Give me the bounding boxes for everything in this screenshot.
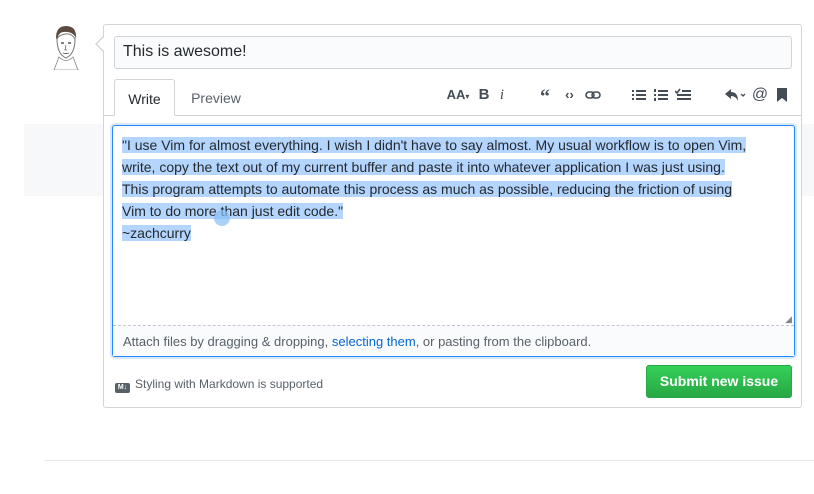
markdown-note-text: Styling with Markdown is supported	[135, 377, 324, 391]
mouse-cursor-indicator	[214, 210, 230, 226]
tab-preview[interactable]: Preview	[180, 79, 252, 116]
header-icon[interactable]: AA▾	[443, 86, 473, 104]
markdown-icon: M↓	[115, 383, 130, 393]
numbered-list-icon[interactable]	[654, 86, 668, 104]
dropdown-caret-icon: ▾	[465, 92, 470, 101]
markdown-support-note[interactable]: M↓ Styling with Markdown is supported	[115, 377, 323, 393]
submit-new-issue-button[interactable]: Submit new issue	[646, 365, 792, 398]
selecting-them-link[interactable]: selecting them	[332, 334, 416, 349]
editor-content: "I use Vim for almost everything. I wish…	[122, 134, 782, 244]
bulleted-list-icon[interactable]	[632, 86, 646, 104]
avatar	[53, 26, 79, 70]
panel-caret-fill	[97, 37, 104, 51]
resize-handle-icon[interactable]: ◢	[785, 314, 792, 325]
divider	[44, 460, 814, 461]
link-icon[interactable]	[585, 86, 601, 104]
quote-icon[interactable]: “	[537, 86, 553, 108]
bookmark-icon[interactable]	[776, 86, 788, 104]
attach-suffix: , or pasting from the clipboard.	[415, 334, 592, 349]
editor-line: "I use Vim for almost everything. I wish…	[122, 134, 782, 156]
selected-text: This program attempts to automate this p…	[122, 181, 733, 197]
selected-text: write, copy the text out of my current b…	[122, 159, 725, 175]
editor-line: write, copy the text out of my current b…	[122, 156, 782, 178]
comment-textarea[interactable]: "I use Vim for almost everything. I wish…	[112, 125, 795, 357]
issue-title-input[interactable]: This is awesome!	[114, 36, 792, 69]
attach-files-bar[interactable]: Attach files by dragging & dropping, sel…	[113, 325, 794, 356]
header-glyph: AA	[446, 87, 466, 102]
selected-text: Vim to do more than just edit code."	[122, 203, 344, 219]
selected-text: "I use Vim for almost everything. I wish…	[122, 137, 747, 153]
mention-icon[interactable]: @	[751, 86, 769, 104]
task-list-icon[interactable]	[675, 86, 691, 104]
bold-icon[interactable]: B	[478, 86, 490, 104]
attach-prefix: Attach files by dragging & dropping,	[123, 334, 332, 349]
code-icon[interactable]: ‹›	[561, 86, 578, 104]
italic-icon[interactable]: i	[498, 86, 506, 104]
selected-text: ~zachcurry	[122, 225, 191, 241]
editor-line: This program attempts to automate this p…	[122, 178, 782, 200]
tab-write[interactable]: Write	[114, 79, 175, 116]
reply-icon[interactable]	[724, 86, 746, 104]
